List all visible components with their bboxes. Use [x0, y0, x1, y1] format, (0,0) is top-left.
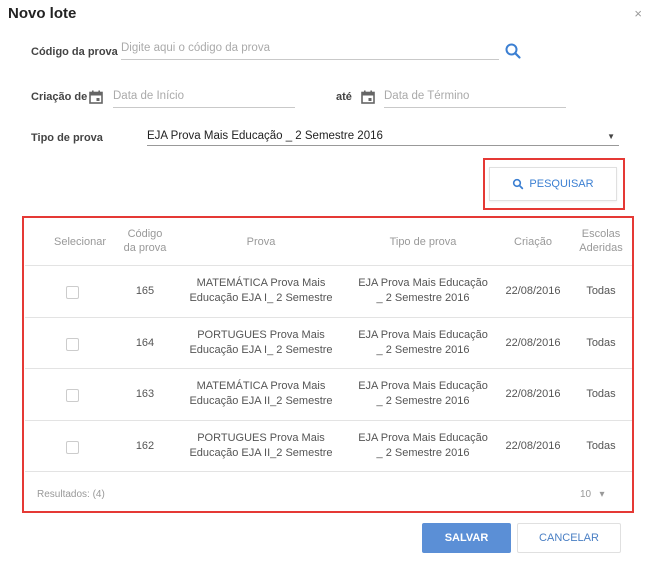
cell-escolas: Todas: [586, 285, 616, 297]
table-footer: Resultados: (4) 10 ▾: [25, 472, 632, 516]
cell-codigo: 165: [135, 285, 155, 297]
cell-escolas: Todas: [586, 439, 616, 452]
cell-tipo: EJA Prova Mais Educação _ 2 Semestre 201…: [349, 276, 497, 306]
header-codigo: Código da prova: [122, 227, 168, 255]
header-escolas-line2: Aderidas: [579, 242, 623, 254]
tipo-prova-select[interactable]: EJA Prova Mais Educação _ 2 Semestre 201…: [147, 130, 619, 146]
cell-criacao: 22/08/2016: [505, 285, 561, 297]
header-criacao: Criação: [514, 236, 552, 248]
cell-tipo-line1: EJA Prova Mais Educação: [358, 328, 488, 341]
cell-prova-line2: Educação EJA II_2 Semestre: [189, 395, 333, 407]
header-escolas: Escolas Aderidas: [576, 227, 626, 255]
cancel-button[interactable]: CANCELAR: [517, 523, 621, 553]
row-checkbox[interactable]: [66, 337, 79, 351]
header-escolas-line1: Escolas: [581, 228, 621, 240]
termino-field: [384, 90, 566, 108]
cell-tipo-line2: _ 2 Semestre 2016: [376, 292, 470, 304]
table-row: 164 PORTUGUES Prova Mais Educação EJA I_…: [25, 318, 632, 369]
data-termino-input[interactable]: [384, 90, 566, 102]
cell-escolas: Todas: [586, 388, 616, 400]
cell-tipo-line1: EJA Prova Mais Educação: [358, 380, 488, 392]
cell-escolas: Todas: [586, 336, 616, 349]
table-row: 163 MATEMÁTICA Prova Mais Educação EJA I…: [25, 369, 632, 421]
cell-tipo-line1: EJA Prova Mais Educação: [358, 431, 488, 444]
search-button-label: PESQUISAR: [529, 178, 594, 190]
table-header: Selecionar Código da prova Prova Tipo de…: [25, 217, 632, 266]
cell-criacao: 22/08/2016: [505, 336, 561, 349]
codigo-label: Código da prova: [31, 46, 118, 58]
page-size-value: 10: [580, 489, 592, 500]
cell-prova: MATEMÁTICA Prova Mais Educação EJA I_ 2 …: [185, 276, 337, 306]
save-button[interactable]: SALVAR: [422, 523, 511, 553]
row-checkbox[interactable]: [66, 440, 79, 454]
cell-tipo-line2: _ 2 Semestre 2016: [376, 343, 470, 356]
cell-prova: PORTUGUES Prova Mais Educação EJA I_ 2 S…: [185, 328, 337, 358]
page-size-select[interactable]: 10 ▾: [580, 489, 605, 500]
header-codigo-line2: da prova: [123, 242, 167, 254]
header-tipo: Tipo de prova: [389, 236, 457, 248]
search-icon: [513, 178, 524, 190]
row-checkbox[interactable]: [66, 286, 79, 299]
search-button[interactable]: PESQUISAR: [489, 167, 617, 201]
cell-codigo: 163: [135, 388, 155, 400]
cell-prova-line1: MATEMÁTICA Prova Mais: [196, 277, 326, 289]
results-count: Resultados: (4): [37, 489, 105, 500]
cell-criacao: 22/08/2016: [505, 388, 561, 400]
cell-prova: MATEMÁTICA Prova Mais Educação EJA II_2 …: [185, 379, 337, 409]
cell-prova-line2: Educação EJA I_ 2 Semestre: [189, 343, 333, 356]
cell-tipo: EJA Prova Mais Educação _ 2 Semestre 201…: [349, 379, 497, 409]
table-row: 165 MATEMÁTICA Prova Mais Educação EJA I…: [25, 266, 632, 318]
inicio-field: [113, 90, 295, 108]
dialog-title: Novo lote: [8, 5, 77, 22]
cell-prova-line1: MATEMÁTICA Prova Mais: [196, 380, 326, 392]
row-checkbox[interactable]: [66, 389, 79, 402]
tipo-label: Tipo de prova: [31, 132, 103, 144]
header-codigo-line1: Código: [127, 228, 163, 240]
cell-tipo-line2: _ 2 Semestre 2016: [376, 395, 470, 407]
cell-prova: PORTUGUES Prova Mais Educação EJA II_2 S…: [185, 431, 337, 461]
cell-prova-line1: PORTUGUES Prova Mais: [197, 431, 325, 444]
data-inicio-input[interactable]: [113, 90, 295, 102]
cell-tipo-line2: _ 2 Semestre 2016: [376, 446, 470, 459]
tipo-selected-value: EJA Prova Mais Educação _ 2 Semestre 201…: [147, 130, 383, 142]
ate-label: até: [336, 91, 352, 103]
calendar-icon[interactable]: [361, 90, 375, 104]
calendar-icon[interactable]: [89, 90, 103, 104]
criacao-label: Criação de: [31, 91, 88, 103]
close-icon[interactable]: ×: [634, 6, 642, 21]
cell-codigo: 164: [135, 336, 155, 349]
chevron-down-icon: ▾: [599, 489, 605, 500]
codigo-input[interactable]: [121, 42, 499, 54]
cell-criacao: 22/08/2016: [505, 439, 561, 452]
cell-tipo: EJA Prova Mais Educação _ 2 Semestre 201…: [349, 431, 497, 461]
cell-tipo-line1: EJA Prova Mais Educação: [358, 277, 488, 289]
dropdown-caret-icon: ▼: [607, 132, 615, 141]
cell-tipo: EJA Prova Mais Educação _ 2 Semestre 201…: [349, 328, 497, 358]
header-selecionar: Selecionar: [54, 236, 106, 248]
header-prova: Prova: [246, 236, 276, 248]
cell-prova-line2: Educação EJA I_ 2 Semestre: [189, 292, 333, 304]
results-table: Selecionar Código da prova Prova Tipo de…: [25, 217, 632, 516]
table-row: 162 PORTUGUES Prova Mais Educação EJA II…: [25, 421, 632, 472]
cell-prova-line1: PORTUGUES Prova Mais: [197, 328, 325, 341]
search-icon[interactable]: [504, 42, 522, 60]
cell-prova-line2: Educação EJA II_2 Semestre: [189, 446, 333, 459]
cell-codigo: 162: [135, 439, 155, 452]
codigo-field: [121, 42, 499, 60]
